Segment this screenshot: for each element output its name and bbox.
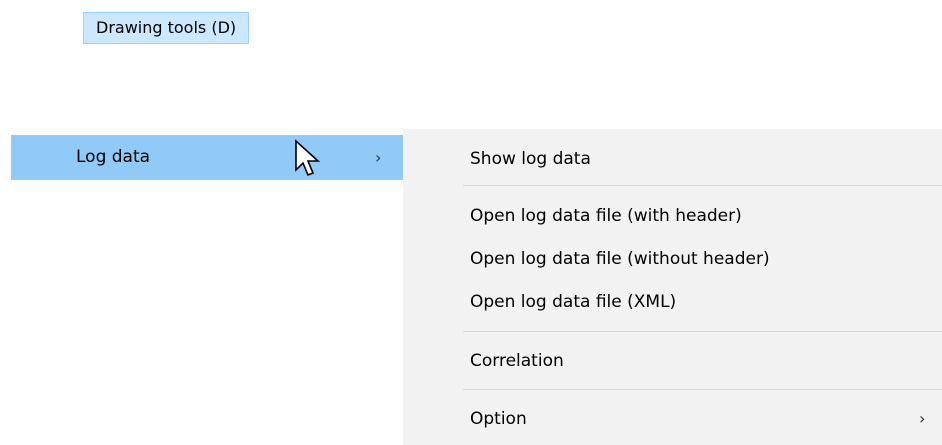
mouse-pointer-icon (295, 139, 321, 177)
log-data-submenu: Show log data Open log data file (with h… (403, 129, 942, 445)
menu-item-label: Correlation (470, 351, 564, 371)
menu-item-log-data-label: Log data (76, 147, 151, 167)
menu-item-open-log-without-header[interactable]: Open log data file (without header) (403, 239, 942, 279)
menu-separator (463, 185, 942, 186)
menu-item-log-data[interactable]: Log data › (11, 135, 403, 180)
chevron-right-icon: › (375, 148, 382, 167)
menu-item-label: Show log data (470, 149, 591, 169)
screen: Drawing tools (D) Log data › Show log da… (0, 0, 942, 445)
menu-item-label: Option (470, 409, 527, 429)
chevron-right-icon: › (919, 409, 926, 428)
menu-item-open-log-xml[interactable]: Open log data file (XML) (403, 282, 942, 322)
drawing-tools-menu-item[interactable]: Drawing tools (D) (83, 12, 250, 44)
menu-item-label: Open log data file (with header) (470, 206, 742, 226)
menu-item-option[interactable]: Option › (403, 399, 942, 439)
menu-item-label: Open log data file (without header) (470, 249, 770, 269)
menu-item-label: Open log data file (XML) (470, 292, 677, 312)
menu-item-open-log-with-header[interactable]: Open log data file (with header) (403, 196, 942, 236)
menu-separator (463, 331, 942, 332)
menu-item-show-log-data[interactable]: Show log data (403, 139, 942, 179)
menu-item-correlation[interactable]: Correlation (403, 341, 942, 381)
menu-separator (463, 389, 942, 390)
